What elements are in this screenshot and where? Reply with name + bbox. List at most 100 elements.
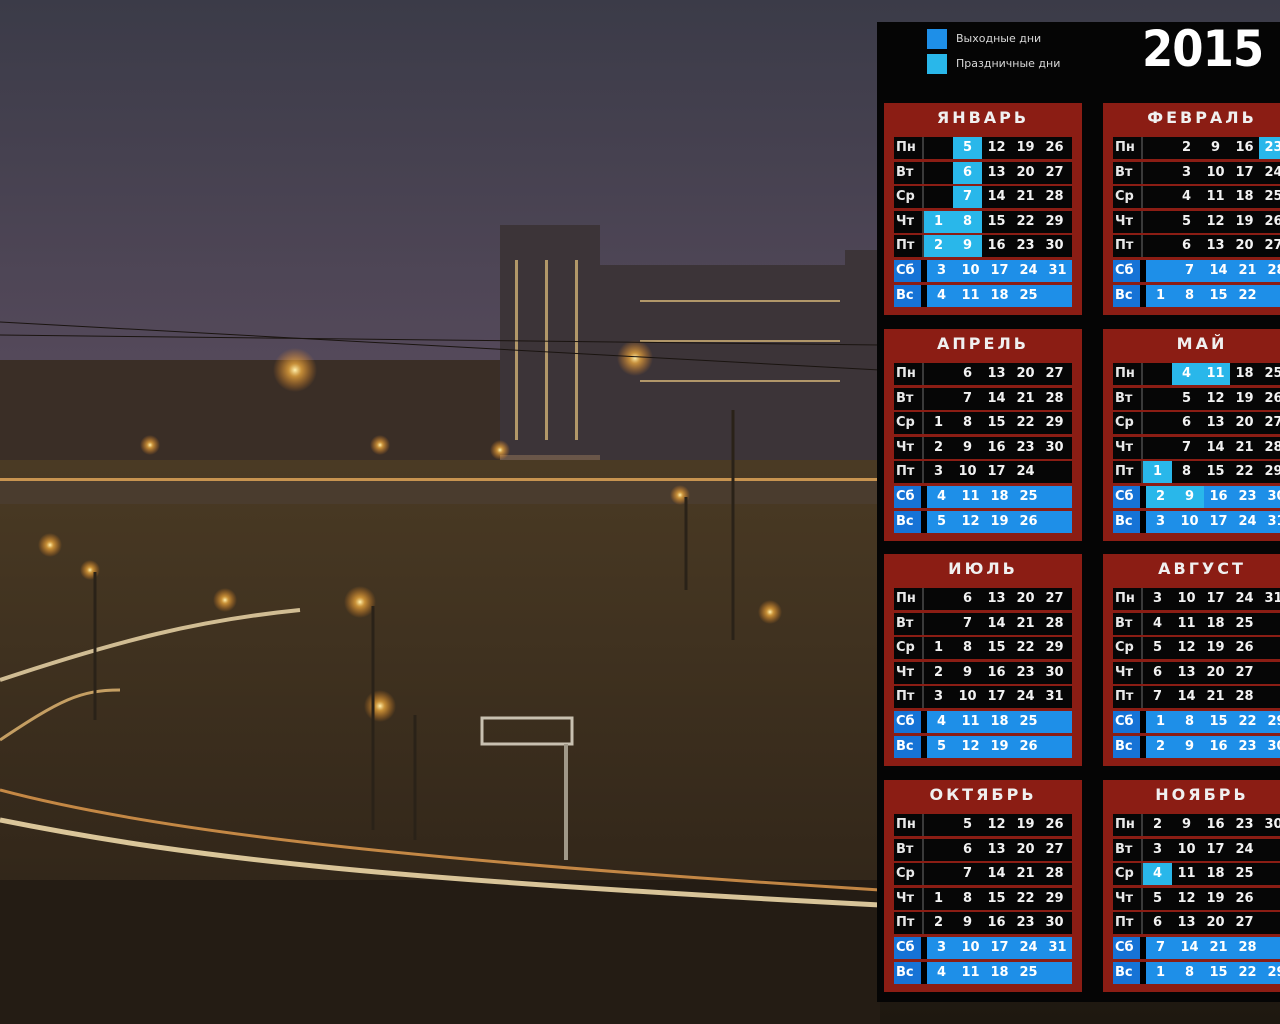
day-cell: 6 <box>962 591 973 606</box>
day-cell: 5 <box>962 817 973 832</box>
day-cells: 3 10 17 24 31 <box>1143 588 1280 610</box>
empty-day-cell <box>1259 912 1280 934</box>
weekday-row: Вс 3 10 17 24 31 <box>1113 510 1280 533</box>
weekday-row: Сб 7 14 21 28 <box>1113 936 1280 959</box>
day-cell: 7 <box>1155 939 1166 955</box>
weekday-row: Вт 7 14 21 28 <box>894 387 1072 410</box>
day-cell: 5 <box>1181 213 1192 229</box>
day-cell: 1 <box>1155 713 1166 729</box>
day-cells: 2 9 16 23 30 <box>1146 735 1280 758</box>
weekday-name: Вс <box>1113 510 1142 533</box>
day-cells: 1 8 15 22 <box>1146 284 1280 307</box>
day-cell: 12 <box>987 817 1006 832</box>
day-cell: 13 <box>1206 238 1225 254</box>
day-cell: 1 <box>1155 287 1166 303</box>
month-block: ЯНВАРЬ Пн 5 12 19 26 Вт 6 13 20 27 Ср 7 14 21 28 Чт 1 8 15 2… <box>884 103 1082 315</box>
day-cells: 18152229 <box>924 412 1072 434</box>
day-cell: 25 <box>1235 866 1254 882</box>
day-cell: 21 <box>1238 262 1257 278</box>
day-cell: 5 <box>1152 640 1163 656</box>
day-cells: 5 12 19 26 <box>1143 888 1280 910</box>
day-cell: 15 <box>1209 713 1228 729</box>
day-cell: 17 <box>990 939 1009 955</box>
weekday-name: Чт <box>1113 887 1143 910</box>
day-cell: 2 <box>1155 738 1166 754</box>
day-cell: 6 <box>1152 664 1163 680</box>
legend-weekend-label: Выходные дни <box>956 32 1042 45</box>
day-cell: 6 <box>953 161 982 184</box>
day-cell: 1 <box>933 640 944 656</box>
day-cells: 6 13 20 27 <box>1143 235 1280 257</box>
day-cell: 27 <box>1045 841 1064 857</box>
day-cell: 2 <box>1152 817 1163 832</box>
day-cell: 7 <box>1181 439 1192 455</box>
legend-weekend: Выходные дни <box>927 26 1060 51</box>
day-cell: 4 <box>1152 615 1163 631</box>
day-cell: 6 <box>1181 238 1192 254</box>
day-cell: 28 <box>1045 189 1064 205</box>
day-cell: 2 <box>933 439 944 455</box>
empty-day-cell <box>1143 388 1172 410</box>
weekday-row: Вт 3 10 17 24 <box>1113 838 1280 861</box>
day-cell: 30 <box>1267 488 1280 504</box>
day-cell: 12 <box>961 513 980 529</box>
day-cells: 3 10 17 24 31 <box>927 259 1072 282</box>
day-cell: 13 <box>1177 915 1196 931</box>
day-cells: 4 11 18 25 <box>927 485 1072 508</box>
weekday-name: Вт <box>894 838 924 861</box>
day-cell: 18 <box>1206 615 1225 631</box>
day-cell: 9 <box>953 235 982 258</box>
weekday-row: Чт 2 9 16 23 30 <box>894 661 1072 684</box>
day-cell: 7 <box>953 186 982 209</box>
day-cell: 6 <box>1152 915 1163 931</box>
day-cell: 21 <box>1016 615 1035 631</box>
day-cell: 12 <box>1177 640 1196 656</box>
weekday-name: Пт <box>894 461 924 484</box>
weekday-row: Пн 2 9 16 23 30 <box>1113 814 1280 836</box>
weekday-name: Пт <box>894 912 924 935</box>
weekday-name: Ср <box>1113 412 1143 435</box>
day-cell: 11 <box>961 964 980 980</box>
day-cell: 27 <box>1264 415 1280 431</box>
day-cell: 31 <box>1264 591 1280 606</box>
weekday-row: Чт 5 12 19 26 <box>1113 210 1280 233</box>
day-cell: 3 <box>933 464 944 480</box>
day-cells: 6 13 20 27 <box>924 588 1072 610</box>
empty-day-cell <box>1262 937 1280 959</box>
day-cell: 5 <box>936 738 947 754</box>
day-cells: 6 13 20 27 <box>1143 412 1280 434</box>
day-cells: 7 14 21 28 <box>1146 936 1280 959</box>
day-cell: 28 <box>1045 390 1064 406</box>
legend-holiday-label: Праздничные дни <box>956 57 1061 70</box>
weekday-name: Сб <box>894 936 923 959</box>
weekday-name: Чт <box>894 210 924 233</box>
weekday-row: Вс 2 9 16 23 30 <box>1113 735 1280 758</box>
day-cell: 8 <box>962 890 973 906</box>
weekday-row: Ср 1 8 15 22 29 <box>894 637 1072 660</box>
day-cells: 6 13 20 27 <box>924 161 1072 184</box>
empty-day-cell <box>1143 137 1172 159</box>
weekday-name: Вс <box>894 961 923 984</box>
empty-day-cell <box>1043 962 1072 984</box>
day-cells: 18152229 <box>1143 461 1280 484</box>
day-cells: 5 12 19 26 <box>927 510 1072 533</box>
weekday-name: Пн <box>894 363 924 385</box>
weekday-row: Сб 4 11 18 25 <box>894 710 1072 733</box>
weekday-name: Ср <box>894 637 924 660</box>
weekday-row: Чт 6 13 20 27 <box>1113 661 1280 684</box>
day-cell: 29 <box>1264 464 1280 480</box>
day-cell: 17 <box>987 689 1006 705</box>
day-cell: 23 <box>1235 817 1254 832</box>
month-grid: Пн 3 10 17 24 31 Вт 4 11 18 25 Ср 5 12 19 26 Чт 6 13 20 27 Пт… <box>1113 588 1280 760</box>
day-cell: 20 <box>1016 841 1035 857</box>
day-cell: 28 <box>1264 439 1280 455</box>
day-cell: 16 <box>987 915 1006 931</box>
day-cell: 23 <box>1238 738 1257 754</box>
weekday-name: Ср <box>894 412 924 435</box>
day-cell: 4 <box>936 713 947 729</box>
month-name: АВГУСТ <box>1158 559 1246 578</box>
day-cell: 28 <box>1045 615 1064 631</box>
empty-day-cell <box>1043 511 1072 533</box>
day-cell: 14 <box>987 615 1006 631</box>
month-block: ОКТЯБРЬ Пн 5 12 19 26 Вт 6 13 20 27 Ср 7 14 21 28 Чт 1 8 15… <box>884 780 1082 992</box>
